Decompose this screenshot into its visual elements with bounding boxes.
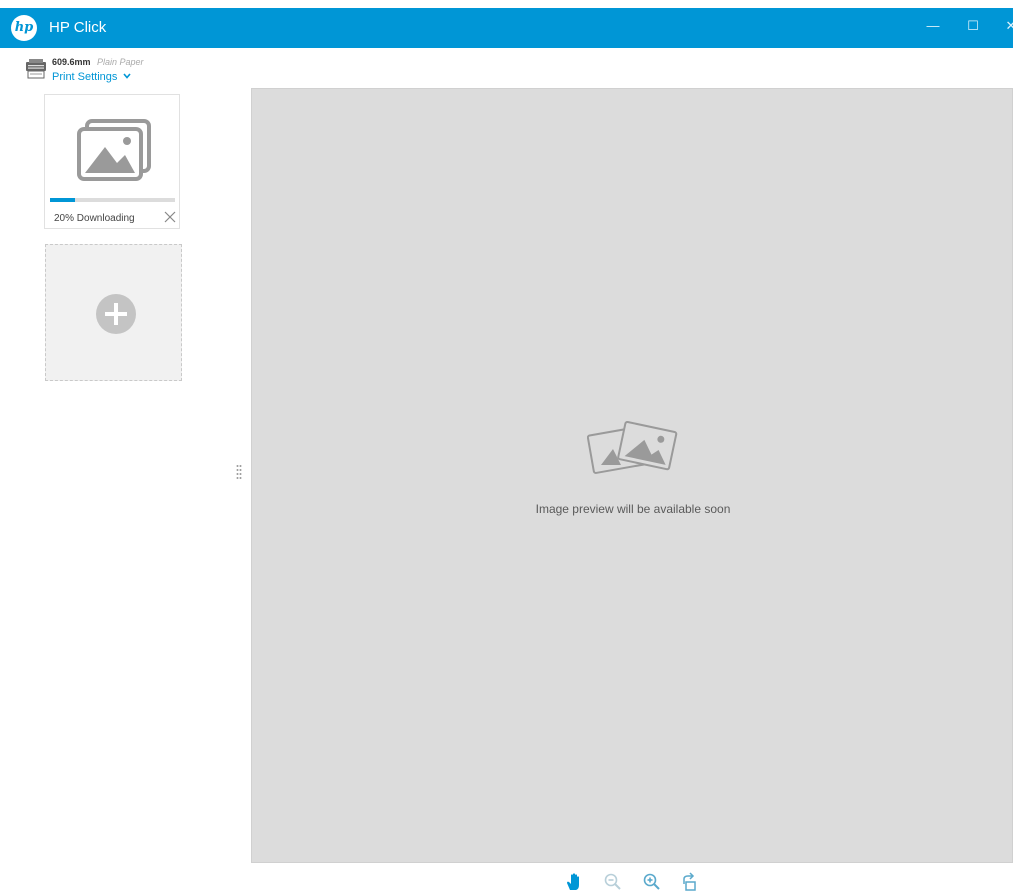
zoom-in-icon[interactable] xyxy=(642,872,662,892)
title-bar: hp HP Click — ☐ ✕ xyxy=(0,8,1013,48)
printer-icon xyxy=(26,59,46,79)
download-progress-fill xyxy=(50,198,75,202)
hp-logo: hp xyxy=(11,15,37,41)
close-icon[interactable] xyxy=(163,210,177,224)
print-settings-label: Print Settings xyxy=(52,71,118,83)
close-button[interactable]: ✕ xyxy=(996,12,1013,40)
print-settings-dropdown[interactable]: Print Settings xyxy=(52,71,132,83)
paper-type: Plain Paper xyxy=(97,57,144,67)
add-file-button[interactable] xyxy=(45,244,182,381)
maximize-button[interactable]: ☐ xyxy=(958,12,988,40)
plus-circle-icon xyxy=(96,294,136,334)
preview-message: Image preview will be available soon xyxy=(535,502,731,516)
download-progress-bar xyxy=(50,198,175,202)
app-title: HP Click xyxy=(49,19,107,36)
preview-canvas[interactable]: Image preview will be available soon xyxy=(251,88,1013,863)
job-card[interactable]: 20% Downloading xyxy=(44,94,180,229)
hand-icon[interactable] xyxy=(564,872,584,892)
photos-icon xyxy=(587,421,678,474)
chevron-down-icon xyxy=(123,73,132,79)
paper-size: 609.6mm xyxy=(52,57,91,67)
panel-splitter-grip[interactable] xyxy=(236,464,242,480)
image-stack-icon xyxy=(77,119,151,181)
minimize-button[interactable]: — xyxy=(918,12,948,40)
zoom-out-icon[interactable] xyxy=(603,872,623,892)
top-gap xyxy=(0,0,1013,8)
rotate-icon[interactable] xyxy=(680,872,700,892)
job-status: 20% Downloading xyxy=(54,213,135,224)
